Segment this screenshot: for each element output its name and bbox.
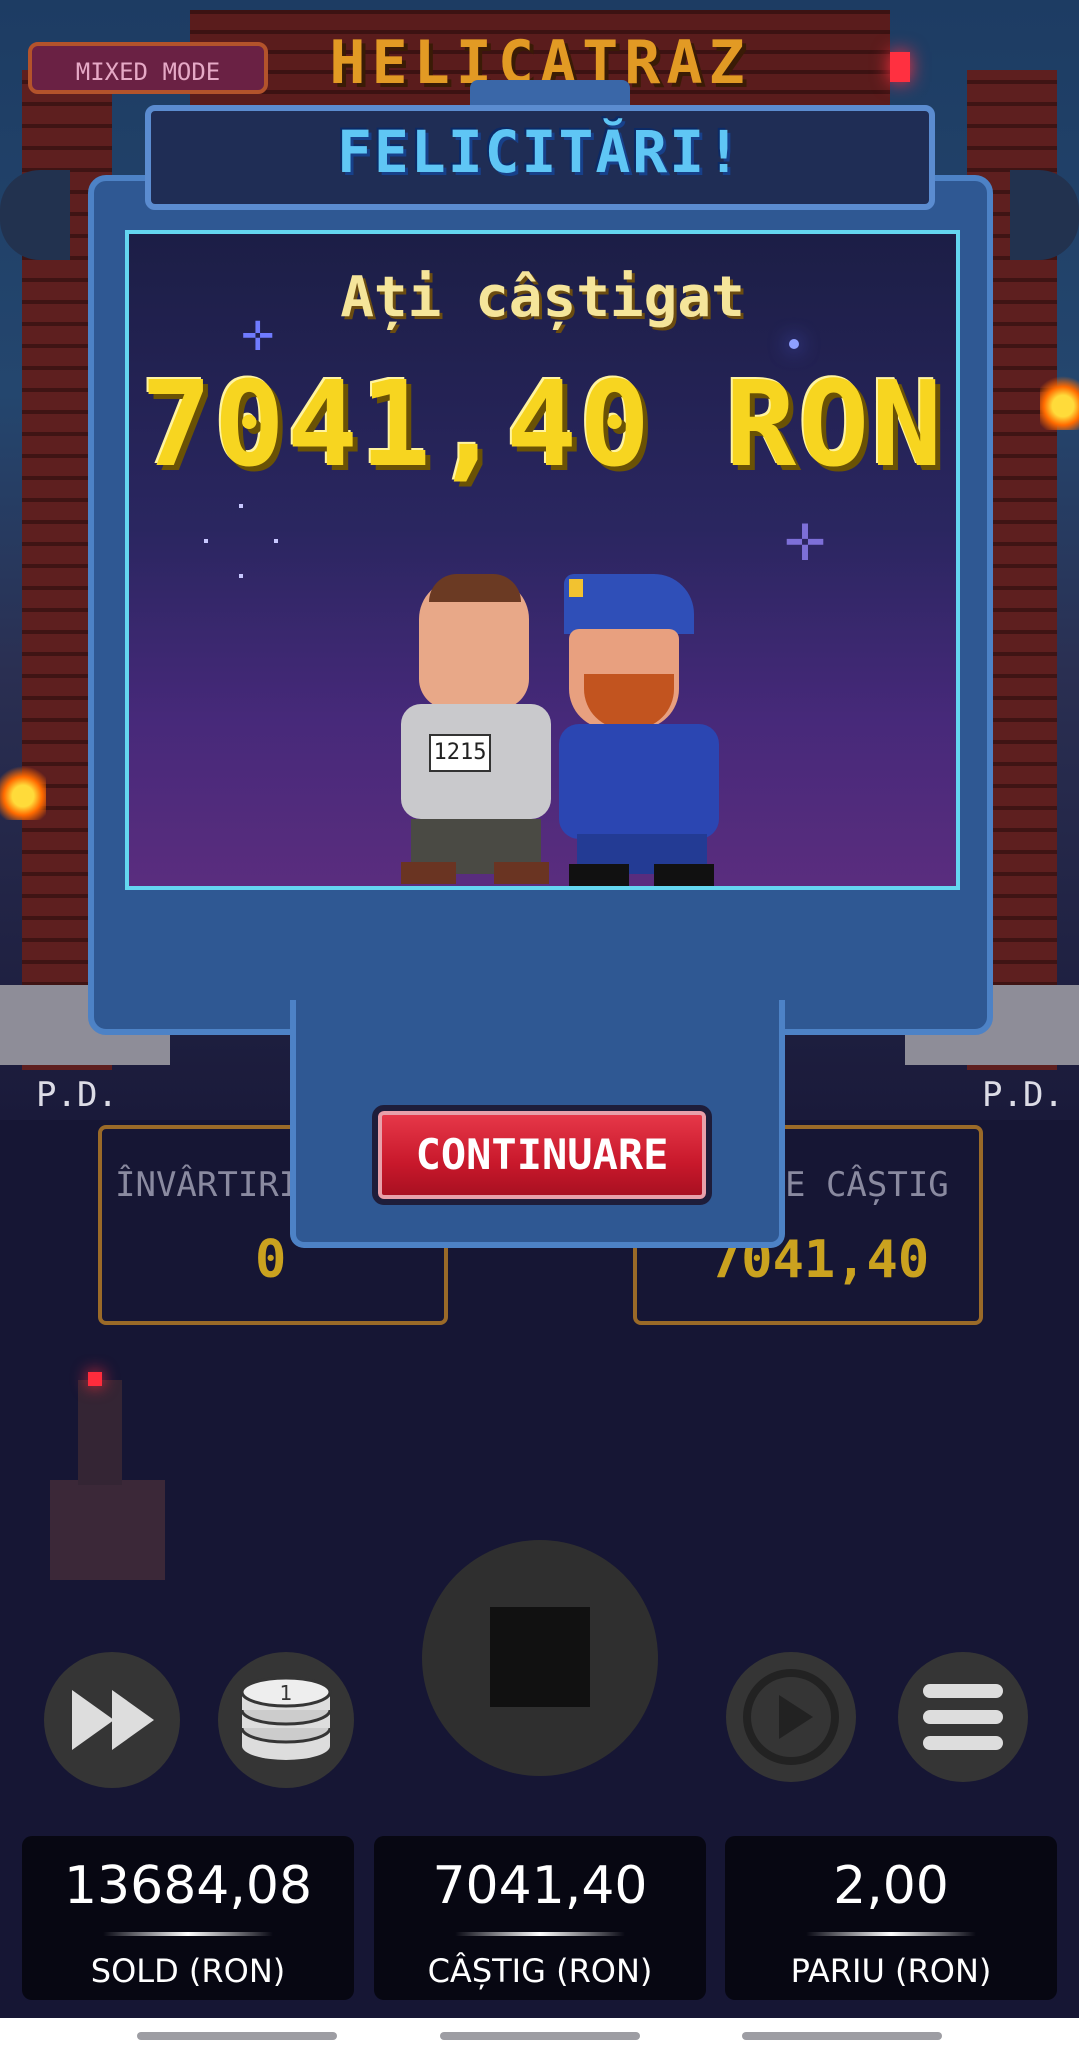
star-dot [239, 574, 243, 578]
buoy-light [88, 1372, 102, 1386]
buoy-base [50, 1480, 165, 1580]
win-amount: 7041,40 RON [140, 355, 945, 493]
bet-value: 2,00 [833, 1856, 949, 1916]
bet-button[interactable]: 1 [218, 1652, 354, 1788]
autoplay-button[interactable] [726, 1652, 856, 1782]
balance-label: SOLD (RON) [90, 1952, 286, 1990]
fast-forward-icon [72, 1690, 154, 1750]
balance-value: 13684,08 [63, 1856, 313, 1916]
divider [806, 1932, 976, 1936]
pd-label-left: P.D. [36, 1075, 118, 1115]
buoy-post [78, 1380, 122, 1485]
nav-handle[interactable] [440, 2032, 640, 2040]
star-dot [204, 539, 208, 543]
turbo-button[interactable] [44, 1652, 180, 1788]
pd-label-right: P.D. [982, 1075, 1064, 1115]
win-info-label: CÂȘTIG (RON) [427, 1952, 653, 1990]
popup-title: FELICITĂRI! [336, 118, 744, 186]
fire-left [0, 760, 46, 820]
continue-button[interactable]: CONTINUARE [372, 1105, 712, 1205]
sparkle-icon: ✛ [784, 514, 826, 572]
hamburger-menu-icon [923, 1684, 1003, 1750]
coin-stack-icon: 1 [240, 1676, 332, 1760]
siren-light [890, 52, 910, 82]
stop-icon [490, 1607, 590, 1707]
mode-badge[interactable]: MIXED MODE [28, 42, 268, 94]
divider [455, 1932, 625, 1936]
nav-handle[interactable] [742, 2032, 942, 2040]
free-spins-value: 0 [255, 1230, 287, 1290]
star-dot [239, 504, 243, 508]
star-dot [274, 539, 278, 543]
nav-handle[interactable] [137, 2032, 337, 2040]
divider [103, 1932, 273, 1936]
badge-icon [569, 579, 583, 597]
win-info-value: 7041,40 [432, 1856, 648, 1916]
bet-label: PARIU (RON) [790, 1952, 992, 1990]
fire-right [1040, 370, 1079, 430]
menu-button[interactable] [898, 1652, 1028, 1782]
win-subtitle: Ați câștigat [340, 265, 745, 330]
svg-text:1: 1 [280, 1681, 293, 1705]
autoplay-icon [743, 1669, 839, 1765]
helicopter-right [1010, 170, 1079, 260]
helicopter-left [0, 170, 70, 260]
total-win-label: E CÂȘTIG [785, 1165, 949, 1205]
glow-star-icon [789, 339, 799, 349]
prisoner-number: 1215 [429, 734, 491, 772]
